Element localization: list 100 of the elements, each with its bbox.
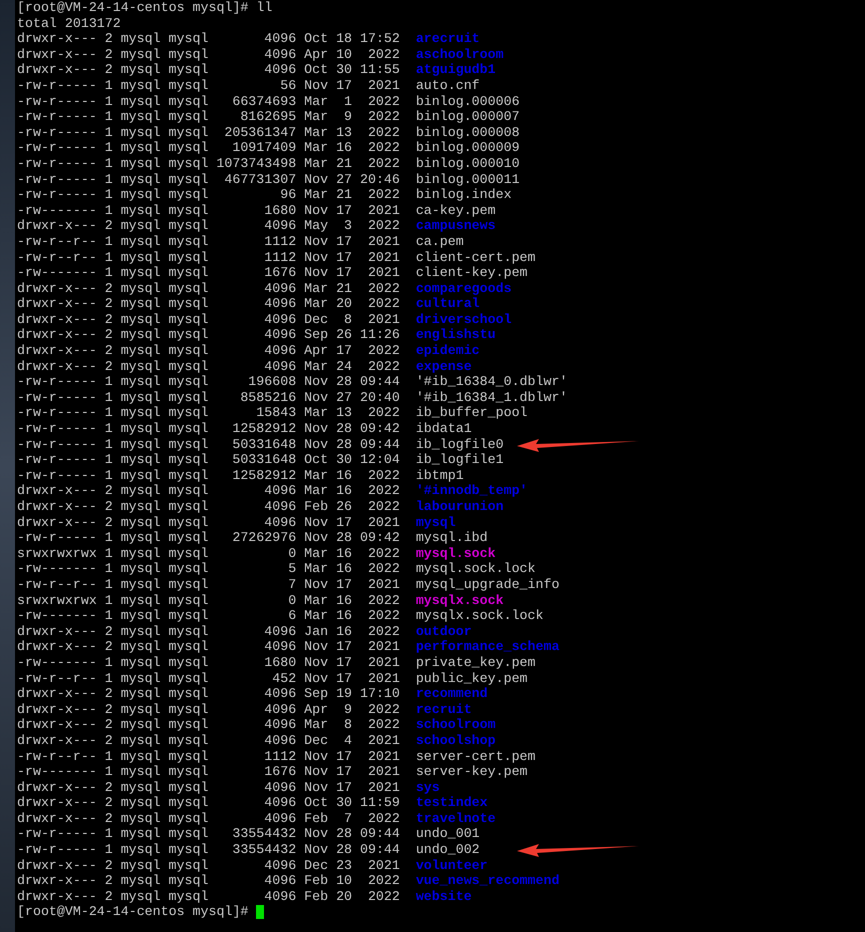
file-name: server-cert.pem bbox=[416, 748, 536, 764]
file-name: testindex bbox=[416, 795, 488, 811]
file-size: 4096 bbox=[263, 358, 296, 374]
file-name: binlog.000009 bbox=[416, 140, 520, 156]
time-or-year: 2022 bbox=[366, 280, 400, 296]
owner: mysql bbox=[120, 624, 161, 640]
file-name: binlog.000011 bbox=[416, 172, 520, 188]
day: 9 bbox=[336, 109, 352, 125]
file-name: schoolshop bbox=[416, 732, 496, 748]
day: 17 bbox=[336, 670, 352, 686]
group: mysql bbox=[168, 436, 208, 452]
month: Nov bbox=[304, 172, 328, 188]
file-name: undo_001 bbox=[416, 826, 480, 842]
day: 16 bbox=[336, 624, 352, 640]
link-count: 2 bbox=[104, 62, 113, 78]
month: Mar bbox=[304, 109, 328, 125]
owner: mysql bbox=[120, 374, 161, 390]
permissions: srwxrwxrwx bbox=[17, 592, 97, 608]
owner: mysql bbox=[120, 748, 161, 764]
time-or-year: 09:42 bbox=[360, 421, 400, 437]
file-size: 1112 bbox=[263, 234, 296, 250]
group: mysql bbox=[168, 156, 208, 172]
group: mysql bbox=[168, 265, 208, 281]
link-count: 1 bbox=[104, 608, 113, 624]
file-size: 1676 bbox=[263, 764, 296, 780]
time-or-year: 20:40 bbox=[360, 390, 400, 406]
link-count: 2 bbox=[104, 218, 113, 234]
owner: mysql bbox=[120, 810, 161, 826]
month: Nov bbox=[304, 234, 328, 250]
file-name: expense bbox=[416, 358, 472, 374]
file-name: atguigudb1 bbox=[416, 62, 496, 78]
day: 20 bbox=[336, 296, 352, 312]
link-count: 1 bbox=[104, 561, 113, 577]
file-size: 50331648 bbox=[231, 452, 296, 468]
permissions: -rw------- bbox=[17, 202, 97, 218]
permissions: drwxr-x--- bbox=[17, 810, 97, 826]
day: 23 bbox=[336, 858, 352, 874]
link-count: 1 bbox=[104, 670, 113, 686]
day: 26 bbox=[336, 499, 352, 515]
time-or-year: 2021 bbox=[366, 312, 400, 328]
file-size: 27262976 bbox=[231, 530, 296, 546]
day: 27 bbox=[336, 172, 352, 188]
day: 17 bbox=[336, 764, 352, 780]
link-count: 1 bbox=[104, 234, 113, 250]
file-name: mysql.ibd bbox=[416, 530, 488, 546]
link-count: 2 bbox=[104, 358, 113, 374]
group: mysql bbox=[168, 530, 208, 546]
time-or-year: 2022 bbox=[366, 483, 400, 499]
link-count: 1 bbox=[104, 576, 113, 593]
link-count: 1 bbox=[104, 748, 113, 764]
month: Nov bbox=[304, 576, 328, 593]
link-count: 2 bbox=[104, 810, 113, 826]
permissions: drwxr-x--- bbox=[17, 280, 97, 296]
file-name: ca.pem bbox=[416, 234, 464, 250]
file-size: 4096 bbox=[263, 514, 296, 530]
permissions: -rw-r----- bbox=[17, 187, 97, 203]
link-count: 1 bbox=[104, 390, 113, 406]
group: mysql bbox=[168, 592, 208, 608]
group: mysql bbox=[168, 499, 208, 515]
total-line: total 2013172 bbox=[17, 16, 122, 32]
link-count: 2 bbox=[104, 717, 113, 733]
day: 8 bbox=[336, 312, 352, 328]
day: 13 bbox=[336, 405, 352, 422]
time-or-year: 2021 bbox=[366, 202, 400, 218]
group: mysql bbox=[168, 748, 208, 764]
file-size: 4096 bbox=[263, 31, 296, 47]
owner: mysql bbox=[120, 702, 161, 718]
file-size: 4096 bbox=[263, 46, 296, 62]
owner: mysql bbox=[120, 109, 161, 125]
file-size: 4096 bbox=[263, 702, 296, 718]
link-count: 1 bbox=[104, 842, 113, 858]
file-size: 4096 bbox=[263, 780, 296, 796]
month: Apr bbox=[304, 702, 328, 718]
group: mysql bbox=[168, 546, 208, 562]
file-name: campusnews bbox=[416, 218, 496, 234]
file-size: 4096 bbox=[263, 686, 296, 702]
file-size: 205361347 bbox=[223, 124, 296, 140]
day: 7 bbox=[336, 810, 352, 826]
link-count: 1 bbox=[104, 156, 113, 172]
time-or-year: 2022 bbox=[366, 405, 400, 422]
time-or-year: 2022 bbox=[366, 888, 400, 904]
owner: mysql bbox=[120, 826, 161, 842]
owner: mysql bbox=[120, 140, 161, 156]
permissions: -rw-r----- bbox=[17, 140, 97, 156]
month: May bbox=[304, 218, 328, 234]
time-or-year: 2022 bbox=[366, 94, 400, 110]
file-size: 1680 bbox=[263, 654, 296, 671]
time-or-year: 2022 bbox=[366, 561, 400, 577]
file-name: '#ib_16384_1.dblwr' bbox=[416, 390, 568, 406]
time-or-year: 2021 bbox=[366, 250, 400, 266]
owner: mysql bbox=[120, 717, 161, 733]
permissions: -rw-r----- bbox=[17, 374, 97, 390]
day: 18 bbox=[336, 31, 352, 47]
permissions: drwxr-x--- bbox=[17, 483, 97, 499]
day: 27 bbox=[336, 390, 352, 406]
day: 16 bbox=[336, 140, 352, 156]
group: mysql bbox=[168, 124, 208, 140]
owner: mysql bbox=[120, 46, 161, 62]
day: 10 bbox=[336, 873, 352, 889]
file-name: travelnote bbox=[416, 810, 496, 826]
